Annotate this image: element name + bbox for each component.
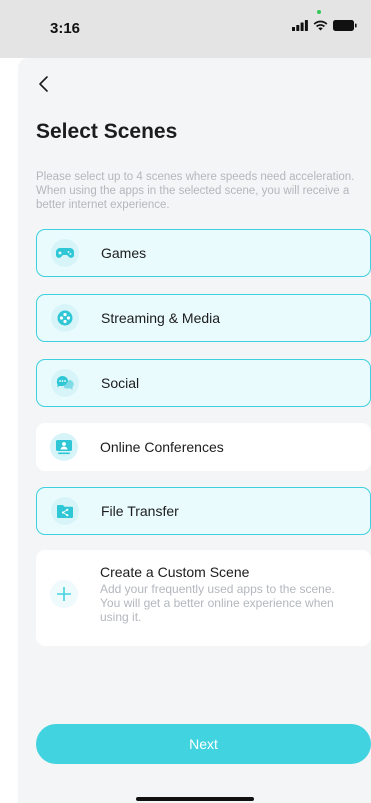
- scene-label: Online Conferences: [100, 439, 224, 455]
- page-description: Please select up to 4 scenes where speed…: [36, 171, 355, 211]
- monitor-person-icon: [50, 433, 78, 461]
- cellular-signal-icon: [292, 20, 308, 31]
- create-custom-scene-card[interactable]: Create a Custom Scene Add your frequentl…: [36, 550, 371, 646]
- chat-bubbles-icon: [51, 369, 79, 397]
- folder-share-icon: [51, 497, 79, 525]
- film-reel-icon: [51, 304, 79, 332]
- gamepad-icon: [51, 239, 79, 267]
- scene-label: File Transfer: [101, 503, 179, 519]
- scene-card-file-transfer[interactable]: File Transfer: [36, 487, 371, 535]
- custom-scene-description: Add your frequently used apps to the sce…: [100, 582, 335, 624]
- battery-icon: [333, 20, 357, 31]
- plus-icon: [50, 580, 78, 608]
- custom-scene-title: Create a Custom Scene: [100, 564, 250, 580]
- scene-label: Streaming & Media: [101, 310, 221, 326]
- scene-selection-sheet: Select Scenes Please select up to 4 scen…: [18, 58, 371, 803]
- wifi-icon: [313, 20, 328, 31]
- status-time: 3:16: [50, 20, 81, 37]
- next-button[interactable]: Next: [36, 724, 371, 764]
- scene-label: Social: [101, 375, 140, 391]
- scene-card-games[interactable]: Games: [36, 229, 371, 277]
- scene-card-social[interactable]: Social: [36, 359, 371, 407]
- status-bar: 3:16: [0, 0, 371, 58]
- status-icons: [292, 20, 357, 31]
- home-indicator: [136, 797, 254, 801]
- scene-card-streaming-media[interactable]: Streaming & Media: [36, 294, 371, 342]
- page-title: Select Scenes: [36, 120, 178, 143]
- scene-card-online-conferences[interactable]: Online Conferences: [36, 423, 371, 471]
- app-screen: 3:16 Select Scenes Please select up to 4…: [0, 0, 371, 803]
- scene-label: Games: [101, 245, 147, 261]
- privacy-indicator-dot: [317, 10, 321, 14]
- chevron-left-icon: [39, 76, 48, 92]
- back-button[interactable]: [34, 70, 58, 98]
